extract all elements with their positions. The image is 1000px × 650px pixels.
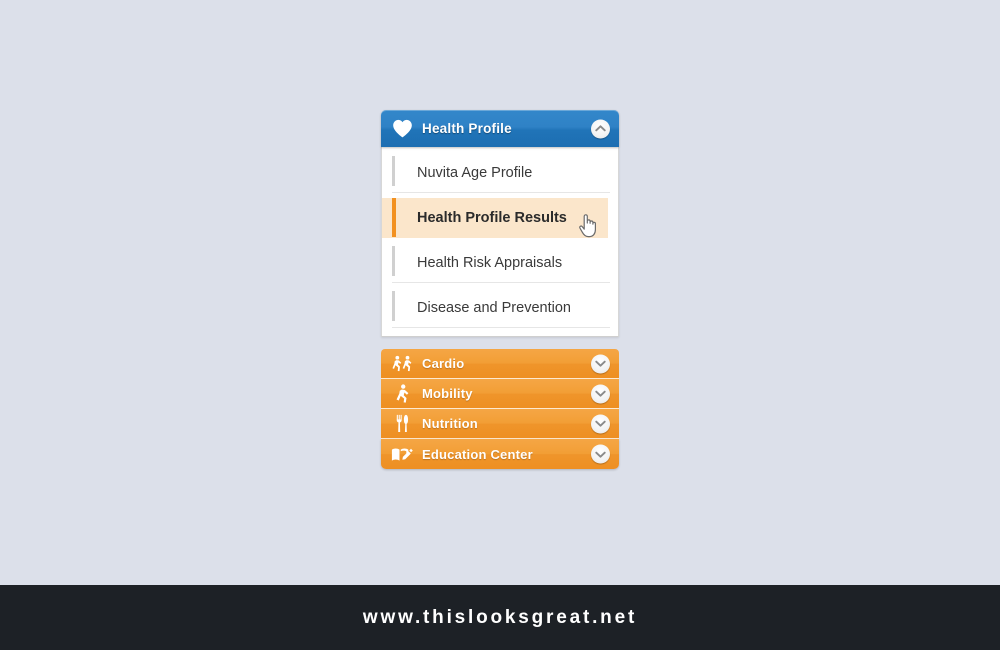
fork-knife-icon (391, 414, 413, 434)
footer-bar: www.thislooksgreat.net (0, 585, 1000, 650)
menu-item-nuvita-age-profile[interactable]: Nuvita Age Profile (392, 153, 610, 193)
menu-item-label: Nuvita Age Profile (417, 164, 533, 181)
chevron-up-icon[interactable] (591, 119, 610, 138)
accordion-section-label: Cardio (422, 356, 465, 371)
accordion-header-health-profile[interactable]: Health Profile (381, 110, 619, 147)
accordion-header-mobility[interactable]: Mobility (381, 379, 619, 409)
accordion-section-label: Mobility (422, 386, 473, 401)
accordion-panel-body: Nuvita Age Profile Health Profile Result… (381, 147, 619, 337)
running-figures-icon (391, 354, 413, 374)
accordion-header-education-center[interactable]: Education Center (381, 439, 619, 469)
page-canvas: Health Profile Nuvita Age Profile Health… (0, 0, 1000, 585)
menu-item-label: Health Profile Results (417, 209, 567, 226)
accordion-header-title: Health Profile (422, 121, 512, 136)
menu-item-disease-and-prevention[interactable]: Disease and Prevention (392, 288, 610, 328)
heart-icon (391, 118, 413, 140)
accordion-section-label: Education Center (422, 446, 533, 462)
chevron-down-icon[interactable] (591, 414, 610, 433)
accordion-menu: Health Profile Nuvita Age Profile Health… (381, 110, 619, 469)
chevron-down-icon[interactable] (591, 354, 610, 373)
book-pencil-icon (391, 444, 413, 464)
menu-item-label: Disease and Prevention (417, 299, 571, 316)
menu-item-label: Health Risk Appraisals (417, 254, 563, 271)
footer-site-url: www.thislooksgreat.net (362, 606, 638, 628)
accordion-header-cardio[interactable]: Cardio (381, 349, 619, 379)
menu-item-health-profile-results[interactable]: Health Profile Results (382, 198, 608, 238)
walking-figure-icon (391, 384, 413, 404)
menu-item-health-risk-appraisals[interactable]: Health Risk Appraisals (392, 243, 610, 283)
accordion-header-nutrition[interactable]: Nutrition (381, 409, 619, 439)
chevron-down-icon[interactable] (591, 444, 610, 464)
accordion-section-label: Nutrition (422, 416, 478, 431)
accordion-section-list: Cardio Mobility Nutrition Education Cent… (381, 349, 619, 469)
chevron-down-icon[interactable] (591, 384, 610, 403)
